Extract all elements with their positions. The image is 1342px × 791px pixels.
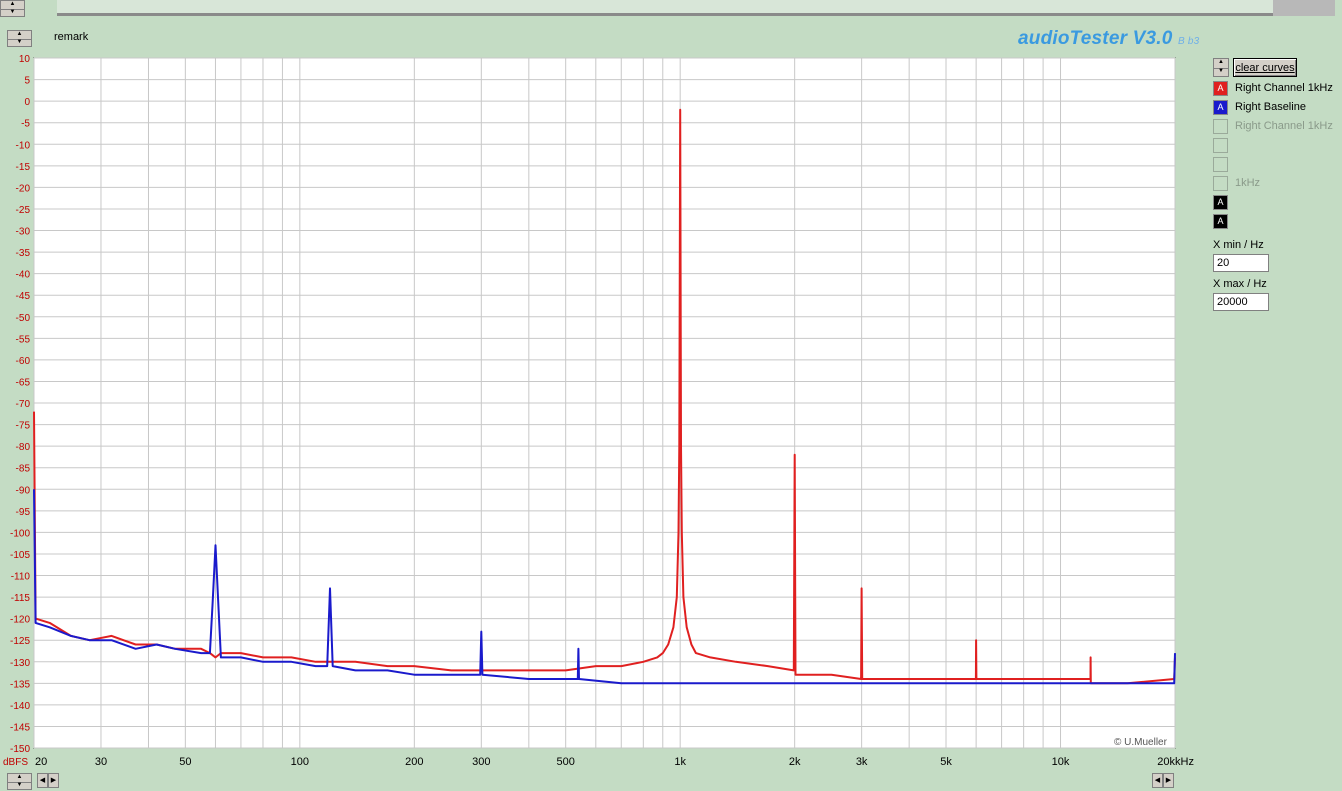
legend-item[interactable]: A [1213, 195, 1338, 211]
y-tick-label: -45 [16, 291, 31, 302]
clear-curves-button[interactable]: clear curves [1233, 58, 1297, 77]
y-tick-label: -125 [10, 636, 30, 647]
y-tick-label: -95 [16, 507, 31, 518]
remark-spinner[interactable]: ▲ ▼ [7, 30, 32, 47]
spin-down-icon[interactable]: ▼ [1, 9, 24, 17]
y-tick-label: -75 [16, 421, 31, 432]
scroll-left-arrow-icon[interactable]: ◀ [1152, 773, 1163, 788]
y-tick-label: -145 [10, 722, 30, 733]
xmin-label: X min / Hz [1213, 239, 1264, 251]
x-tick-label: 200 [405, 756, 423, 768]
legend-item[interactable]: A Right Baseline [1213, 100, 1338, 116]
x-tick-label: 500 [557, 756, 575, 768]
legend-item[interactable]: A [1213, 214, 1338, 230]
legend-color-box[interactable]: A [1213, 100, 1228, 115]
legend-item[interactable] [1213, 138, 1338, 154]
y-tick-label: -50 [16, 313, 31, 324]
y-tick-label: -10 [16, 140, 31, 151]
legend-label: Right Baseline [1235, 101, 1306, 113]
x-tick-label: 5k [940, 756, 952, 768]
spectrum-plot[interactable]: 1050-5-10-15-20-25-30-35-40-45-50-55-60-… [0, 50, 1200, 791]
y-tick-label: -115 [11, 593, 31, 604]
legend-color-box[interactable] [1213, 157, 1228, 172]
x-tick-label: 20 [35, 756, 47, 768]
scroll-right-arrow-icon[interactable]: ▶ [1163, 773, 1174, 788]
x-tick-label: 1k [674, 756, 686, 768]
x-tick-label: 3k [856, 756, 868, 768]
x-tick-label: 30 [95, 756, 107, 768]
app-version: B b3 [1178, 36, 1200, 47]
y-tick-label: 0 [24, 97, 30, 108]
x-tick-label: 10k [1052, 756, 1070, 768]
y-tick-label: -65 [16, 377, 31, 388]
legend-color-box[interactable]: A [1213, 81, 1228, 96]
y-tick-label: 5 [24, 76, 30, 87]
legend-color-box[interactable] [1213, 138, 1228, 153]
y-tick-label: -35 [16, 248, 31, 259]
y-tick-label: -20 [16, 183, 31, 194]
scroll-right-arrow-icon[interactable]: ▶ [48, 773, 59, 788]
y-tick-label: -40 [16, 270, 31, 281]
app-title-text: audioTester V3.0 [1018, 28, 1173, 49]
legend-color-box[interactable]: A [1213, 214, 1228, 229]
x-tick-labels: 20 30 50 100 200 300 500 1k 2k 3k 5k 10k 20k [35, 756, 1175, 768]
remark-label: remark [54, 31, 89, 43]
legend-color-box[interactable] [1213, 119, 1228, 134]
y-tick-label: -25 [16, 205, 31, 216]
x-tick-label: 20k [1157, 756, 1175, 768]
legend-label: 1kHz [1235, 177, 1261, 189]
y-tick-label: -140 [10, 701, 30, 712]
xmax-label: X max / Hz [1213, 278, 1267, 290]
app-title: audioTester V3.0 B b3 [1018, 28, 1199, 50]
y-tick-label: -55 [16, 334, 31, 345]
xmin-input[interactable] [1213, 254, 1269, 272]
x-tick-label: 300 [472, 756, 490, 768]
y-tick-label: -135 [10, 679, 30, 690]
legend-label: Right Channel 1kHz [1235, 82, 1333, 94]
bottom-left-spinner[interactable]: ▲ ▼ [7, 773, 32, 790]
y-axis-label: dBFS [3, 757, 28, 768]
y-tick-label: -70 [16, 399, 31, 410]
y-tick-label: -60 [16, 356, 31, 367]
top-right-block [1273, 0, 1335, 16]
y-tick-label: -85 [16, 464, 31, 475]
spin-down-icon[interactable]: ▼ [1214, 68, 1228, 77]
legend-spinner[interactable]: ▲ ▼ [1213, 58, 1229, 77]
legend-item[interactable]: A Right Channel 1kHz [1213, 81, 1338, 97]
y-tick-label: -120 [10, 615, 30, 626]
y-tick-label: 10 [19, 54, 31, 65]
y-tick-label: -105 [10, 550, 30, 561]
scroll-left-arrow-icon[interactable]: ◀ [37, 773, 48, 788]
legend-color-box[interactable] [1213, 176, 1228, 191]
x-tick-label: 100 [291, 756, 309, 768]
y-tick-label: -90 [16, 485, 31, 496]
top-slider-track[interactable] [57, 0, 1273, 16]
x-tick-label: 2k [789, 756, 801, 768]
y-tick-labels: 10 5 0 -5 -10 -15 -20 -25 -30 -35 -40 -45 -50 -55 -60 -… [10, 54, 30, 755]
y-tick-label: -110 [11, 572, 31, 583]
top-left-spinner[interactable]: ▲ ▼ [0, 0, 25, 17]
copyright: © U.Mueller [1114, 737, 1168, 748]
spin-down-icon[interactable]: ▼ [8, 39, 31, 47]
y-tick-label: -5 [21, 119, 30, 130]
spin-down-icon[interactable]: ▼ [8, 782, 31, 790]
y-tick-label: -30 [16, 227, 31, 238]
y-tick-label: -15 [16, 162, 31, 173]
x-axis-unit: kHz [1175, 756, 1194, 768]
legend-item[interactable]: Right Channel 1kHz [1213, 119, 1338, 135]
y-tick-label: -130 [10, 658, 30, 669]
legend-color-box[interactable]: A [1213, 195, 1228, 210]
legend-label: Right Channel 1kHz [1235, 120, 1333, 132]
x-tick-label: 50 [179, 756, 191, 768]
xmax-input[interactable] [1213, 293, 1269, 311]
legend-item[interactable] [1213, 157, 1338, 173]
legend-item[interactable]: 1kHz [1213, 176, 1338, 192]
y-tick-label: -100 [10, 528, 30, 539]
y-tick-label: -150 [10, 744, 30, 755]
y-tick-label: -80 [16, 442, 31, 453]
